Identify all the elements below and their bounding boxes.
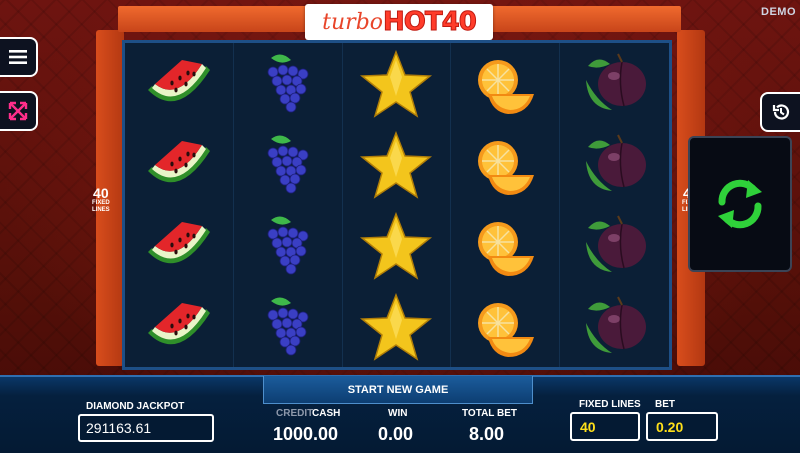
total-bet-value: 8.00 — [469, 424, 505, 444]
symbol-star — [343, 286, 451, 367]
orange-icon — [478, 59, 535, 114]
symbol-watermelon — [125, 43, 233, 124]
star-icon — [360, 211, 433, 280]
win-label: WIN — [388, 408, 408, 419]
lines-text: LINES — [92, 207, 110, 213]
spin-button[interactable] — [688, 136, 792, 272]
symbol-plum — [560, 43, 669, 124]
history-button[interactable] — [760, 92, 800, 132]
star-icon — [360, 130, 433, 199]
symbol-orange — [451, 286, 559, 367]
hamburger-menu-icon — [9, 50, 27, 64]
total-bet-label: TOTAL BET — [462, 408, 517, 419]
reel — [233, 43, 343, 367]
watermelon-icon — [147, 221, 210, 263]
plum-icon — [585, 215, 646, 272]
symbol-grapes — [234, 124, 342, 205]
symbol-grapes — [234, 205, 342, 286]
credit-value: 1000.00 — [273, 424, 339, 444]
symbol-grapes — [234, 286, 342, 367]
history-icon — [772, 104, 790, 120]
symbol-plum — [560, 124, 669, 205]
logo-turbo-text: turbo — [322, 9, 384, 35]
star-icon — [360, 292, 433, 361]
lines-count: 40 — [93, 185, 109, 201]
grapes-icon — [267, 296, 309, 355]
credit-label: CREDIT — [276, 408, 314, 419]
bet-label: BET — [655, 399, 675, 410]
reel-area — [122, 40, 672, 370]
symbol-watermelon — [125, 124, 233, 205]
watermelon-icon — [147, 140, 210, 182]
watermelon-icon — [147, 302, 210, 344]
demo-badge: DEMO — [761, 6, 796, 18]
symbol-star — [343, 205, 451, 286]
symbol-orange — [451, 43, 559, 124]
grapes-icon — [267, 134, 309, 193]
cash-label[interactable]: CASH — [312, 408, 340, 419]
grapes-icon — [267, 53, 309, 112]
lines-text: FIXED — [92, 200, 110, 206]
fixed-lines-tag-left: 40 FIXED LINES — [92, 186, 110, 214]
game-logo: turbo HOT40 — [305, 4, 493, 40]
reel — [451, 43, 561, 367]
fullscreen-icon — [8, 101, 28, 121]
logo-hot-text: HOT40 — [383, 7, 478, 38]
orange-icon — [478, 221, 535, 276]
symbol-watermelon — [125, 286, 233, 367]
symbol-plum — [560, 205, 669, 286]
jackpot-label: DIAMOND JACKPOT — [86, 401, 185, 412]
orange-icon — [478, 302, 535, 357]
plum-icon — [585, 53, 646, 110]
start-new-game-button[interactable]: START NEW GAME — [263, 376, 533, 404]
reel — [342, 43, 452, 367]
fixed-lines-label: FIXED LINES — [579, 399, 641, 410]
symbol-watermelon — [125, 205, 233, 286]
symbol-grapes — [234, 43, 342, 124]
spin-arrows-icon — [718, 179, 762, 229]
jackpot-value: 291163.61 — [78, 414, 214, 442]
symbol-star — [343, 43, 451, 124]
fixed-lines-value: 40 — [570, 412, 640, 441]
plum-icon — [585, 296, 646, 353]
menu-button[interactable] — [0, 37, 38, 77]
symbol-orange — [451, 124, 559, 205]
symbol-star — [343, 124, 451, 205]
win-value: 0.00 — [378, 424, 414, 444]
grapes-icon — [267, 215, 309, 274]
star-icon — [360, 49, 433, 118]
orange-icon — [478, 140, 535, 195]
bet-value[interactable]: 0.20 — [646, 412, 718, 441]
plum-icon — [585, 134, 646, 191]
reel — [560, 43, 669, 367]
watermelon-icon — [147, 59, 210, 101]
fullscreen-button[interactable] — [0, 91, 38, 131]
reel — [125, 43, 234, 367]
symbol-plum — [560, 286, 669, 367]
symbol-orange — [451, 205, 559, 286]
